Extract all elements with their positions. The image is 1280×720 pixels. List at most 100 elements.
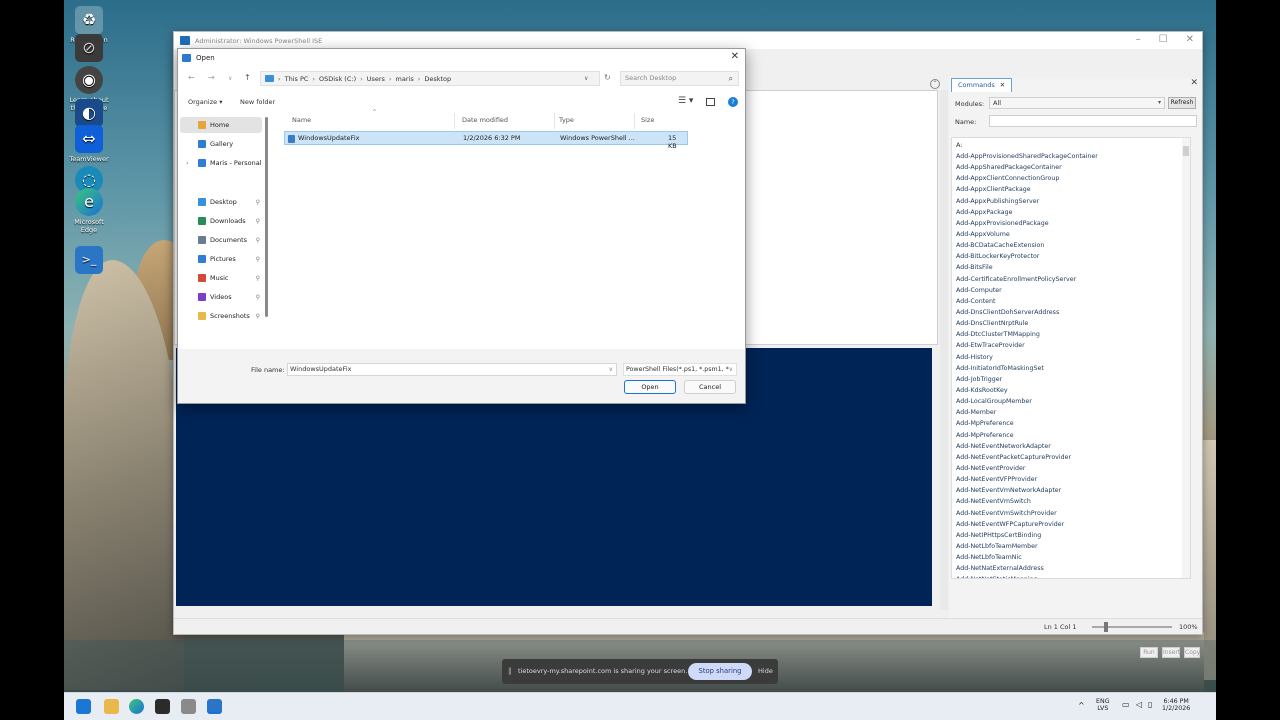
command-item[interactable]: Add-Member	[952, 407, 1190, 418]
command-item[interactable]: Add-NetEventVmSwitchProvider	[952, 508, 1190, 519]
close-commands-icon[interactable]: ✕	[1190, 78, 1198, 88]
minimize-icon[interactable]: –	[1136, 34, 1141, 45]
nav-item-desktop[interactable]: Desktop ⚲	[180, 194, 262, 210]
column-type[interactable]: Type	[559, 116, 574, 124]
command-item[interactable]: Add-NetEventVmSwitch	[952, 496, 1190, 507]
command-item[interactable]: Add-MpPreference	[952, 430, 1190, 441]
collapse-script-pane-icon[interactable]: ⌃	[930, 79, 940, 89]
chevron-down-icon[interactable]: ∨	[584, 75, 588, 82]
command-item[interactable]: Add-AppxProvisionedPackage	[952, 218, 1190, 229]
breadcrumb-users[interactable]: Users	[367, 75, 385, 83]
refresh-button[interactable]: Refresh	[1168, 97, 1196, 109]
column-separator[interactable]	[634, 113, 635, 129]
breadcrumb-this-pc[interactable]: This PC	[285, 75, 309, 83]
drag-handle-icon[interactable]: ‖	[508, 667, 512, 675]
desktop-icon-edge[interactable]: e Microsoft Edge	[66, 188, 112, 234]
command-item[interactable]: Add-NetLbfoTeamNic	[952, 552, 1190, 563]
copy-button[interactable]: Copy	[1184, 647, 1200, 658]
command-item[interactable]: Add-AppxPublishingServer	[952, 196, 1190, 207]
expand-chevron-icon[interactable]: ›	[186, 159, 189, 167]
command-list-scrollbar[interactable]	[1182, 138, 1190, 578]
tab-commands[interactable]: Commands ✕	[951, 78, 1013, 92]
start-icon[interactable]	[76, 699, 91, 714]
desktop-icon-powershell[interactable]: >_	[66, 246, 112, 276]
clock[interactable]: 6:46 PM 1/2/2026	[1162, 698, 1190, 712]
command-item[interactable]: Add-AppxClientConnectionGroup	[952, 173, 1190, 184]
command-item[interactable]: Add-DnsClientDohServerAddress	[952, 307, 1190, 318]
file-type-select[interactable]: PowerShell Files(*.ps1, *.psm1, * ∨	[623, 363, 737, 376]
nav-item-home[interactable]: Home	[180, 117, 262, 133]
command-item[interactable]: Add-AppSharedPackageContainer	[952, 162, 1190, 173]
organize-button[interactable]: Organize ▾	[188, 98, 222, 106]
zoom-slider[interactable]	[1092, 622, 1172, 632]
up-arrow-icon[interactable]: ↑	[244, 73, 251, 82]
speaker-icon[interactable]: ◁	[1136, 700, 1142, 709]
help-icon[interactable]: ?	[728, 97, 738, 107]
breadcrumb-maris[interactable]: maris	[396, 75, 414, 83]
zoom-slider-knob[interactable]	[1104, 622, 1108, 632]
modules-select[interactable]: All ▾	[989, 97, 1165, 109]
chevron-up-icon[interactable]: ^	[1078, 701, 1085, 710]
view-options-icon[interactable]: ☰ ▾	[678, 96, 693, 106]
open-button[interactable]: Open	[624, 380, 676, 394]
command-item[interactable]: Add-InitiatorIdToMaskingSet	[952, 363, 1190, 374]
cancel-button[interactable]: Cancel	[684, 380, 736, 394]
recent-chevron-icon[interactable]: ∨	[228, 75, 232, 82]
forward-arrow-icon[interactable]: →	[208, 73, 215, 82]
refresh-icon[interactable]: ↻	[604, 73, 611, 82]
command-item[interactable]: Add-BCDataCacheExtension	[952, 240, 1190, 251]
command-item[interactable]: Add-History	[952, 352, 1190, 363]
command-item[interactable]: Add-EtwTraceProvider	[952, 340, 1190, 351]
run-button[interactable]: Run	[1140, 647, 1158, 658]
nav-item-videos[interactable]: Videos ⚲	[180, 289, 262, 305]
column-date-modified[interactable]: Date modified	[462, 116, 508, 124]
stop-sharing-button[interactable]: Stop sharing	[688, 663, 752, 680]
command-item[interactable]: Add-Content	[952, 296, 1190, 307]
search-input[interactable]: Search Desktop ⌕	[620, 71, 739, 86]
app-icon[interactable]	[181, 699, 196, 714]
nav-item-documents[interactable]: Documents ⚲	[180, 232, 262, 248]
nav-item-screenshots[interactable]: Screenshots ⚲	[180, 308, 262, 324]
back-arrow-icon[interactable]: ←	[188, 73, 195, 82]
file-explorer-icon[interactable]	[104, 699, 119, 714]
command-item[interactable]: Add-NetIPHttpsCertBinding	[952, 530, 1190, 541]
nav-item-maris-personal[interactable]: › Maris - Personal	[180, 155, 262, 171]
file-row-selected[interactable]: WindowsUpdateFix 1/2/2026 6:32 PM Window…	[284, 131, 688, 150]
language-indicator[interactable]: ENG LVS	[1096, 698, 1110, 712]
command-item[interactable]: Add-BitLockerKeyProtector	[952, 251, 1190, 262]
maximize-icon[interactable]: ☐	[1159, 34, 1168, 45]
chevron-down-icon[interactable]: ∨	[609, 364, 613, 375]
pane-splitter[interactable]	[940, 90, 948, 610]
nav-item-downloads[interactable]: Downloads ⚲	[180, 213, 262, 229]
command-item[interactable]: Add-JobTrigger	[952, 374, 1190, 385]
command-item[interactable]: Add-Computer	[952, 285, 1190, 296]
address-bar[interactable]: › This PC › OSDisk (C:) › Users › maris › De…	[260, 71, 600, 86]
name-input[interactable]	[989, 115, 1197, 127]
column-name[interactable]: Name	[292, 116, 311, 124]
breadcrumb-osdisk[interactable]: OSDisk (C:)	[319, 75, 356, 83]
command-item[interactable]: Add-NetEventNetworkAdapter	[952, 441, 1190, 452]
edge-icon[interactable]	[129, 699, 144, 714]
close-tab-icon[interactable]: ✕	[1000, 81, 1005, 89]
preview-pane-icon[interactable]	[706, 98, 715, 106]
command-item[interactable]: Add-NetNatStaticMapping	[952, 574, 1190, 578]
nav-item-music[interactable]: Music ⚲	[180, 270, 262, 286]
column-separator[interactable]	[454, 113, 455, 129]
command-item[interactable]: Add-DtcClusterTMMapping	[952, 329, 1190, 340]
desktop-icon-app[interactable]: ⊘	[66, 34, 112, 64]
command-item[interactable]: Add-BitsFile	[952, 262, 1190, 273]
powershell-ise-icon[interactable]	[207, 699, 222, 714]
command-item[interactable]: Add-DnsClientNrptRule	[952, 318, 1190, 329]
command-item[interactable]: Add-NetEventVFPProvider	[952, 474, 1190, 485]
nav-item-pictures[interactable]: Pictures ⚲	[180, 251, 262, 267]
file-name-input[interactable]: WindowsUpdateFix ∨	[287, 363, 617, 376]
battery-icon[interactable]: ▯	[1148, 700, 1152, 709]
network-icon[interactable]: ▭	[1122, 700, 1130, 709]
insert-button[interactable]: Insert	[1162, 647, 1180, 658]
command-item[interactable]: Add-AppxClientPackage	[952, 184, 1190, 195]
column-size[interactable]: Size	[641, 116, 654, 124]
command-item[interactable]: Add-AppProvisionedSharedPackageContainer	[952, 151, 1190, 162]
scrollbar-thumb[interactable]	[1183, 146, 1189, 156]
command-item[interactable]: Add-LocalGroupMember	[952, 396, 1190, 407]
command-item[interactable]: Add-CertificateEnrollmentPolicyServer	[952, 274, 1190, 285]
